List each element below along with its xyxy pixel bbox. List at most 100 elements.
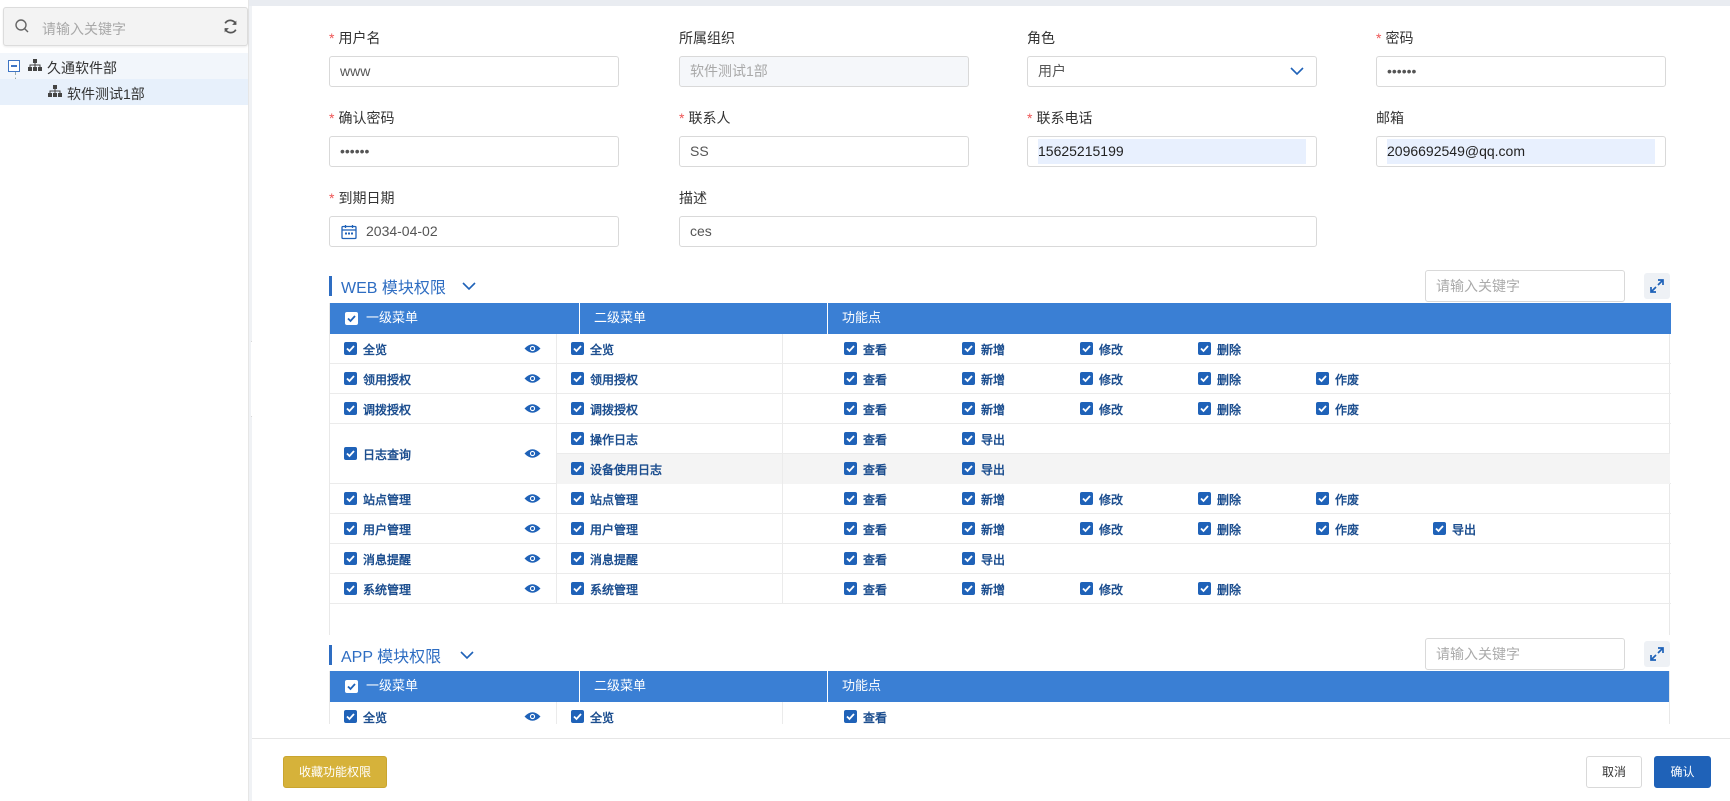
web-l1-checkbox[interactable] (344, 552, 357, 565)
web-func-checkbox[interactable] (962, 462, 975, 475)
web-section-title[interactable]: WEB 模块权限 (329, 274, 529, 298)
app-select-all-checkbox[interactable] (345, 680, 358, 693)
web-func-label: 修改 (1099, 343, 1124, 357)
web-func-checkbox[interactable] (1198, 522, 1211, 535)
confirm-password-input[interactable]: •••••• (329, 136, 619, 167)
web-func-checkbox[interactable] (962, 522, 975, 535)
username-input[interactable]: www (329, 56, 619, 87)
web-func-checkbox[interactable] (1198, 402, 1211, 415)
web-func-checkbox[interactable] (1316, 402, 1329, 415)
app-expand-button[interactable] (1644, 641, 1670, 667)
web-func-checkbox[interactable] (962, 402, 975, 415)
web-l1-checkbox[interactable] (344, 342, 357, 355)
web-func-checkbox[interactable] (844, 372, 857, 385)
web-func-checkbox[interactable] (962, 342, 975, 355)
web-func-checkbox[interactable] (1198, 372, 1211, 385)
org-label: 所属组织 (679, 30, 735, 46)
web-func-checkbox[interactable] (1080, 492, 1093, 505)
app-section-title[interactable]: APP 模块权限 (329, 643, 529, 667)
tree-node-child[interactable]: 软件测试1部 (0, 79, 248, 105)
sidebar-search[interactable]: 请输入关键字 (3, 7, 248, 46)
web-l1-checkbox[interactable] (344, 522, 357, 535)
contact-input[interactable]: SS (679, 136, 969, 167)
web-l2-checkbox[interactable] (571, 402, 584, 415)
web-l1-checkbox[interactable] (344, 582, 357, 595)
app-l1-checkbox[interactable] (344, 710, 357, 723)
web-func-checkbox[interactable] (844, 432, 857, 445)
web-func-checkbox[interactable] (844, 492, 857, 505)
web-func-checkbox[interactable] (1316, 372, 1329, 385)
web-func-checkbox[interactable] (1080, 342, 1093, 355)
app-func-checkbox[interactable] (844, 710, 857, 723)
eye-icon[interactable] (524, 711, 541, 724)
web-func-checkbox[interactable] (1080, 402, 1093, 415)
tree-node-root[interactable]: 久通软件部 (0, 53, 248, 79)
web-func-checkbox[interactable] (844, 582, 857, 595)
eye-icon[interactable] (524, 403, 541, 417)
web-func-checkbox[interactable] (1080, 582, 1093, 595)
web-l1-checkbox[interactable] (344, 402, 357, 415)
web-search-input[interactable]: 请输入关键字 (1425, 270, 1625, 302)
web-func-checkbox[interactable] (1198, 342, 1211, 355)
web-func-label: 删除 (1217, 373, 1242, 387)
eye-icon[interactable] (524, 343, 541, 357)
col-functions: 功能点 (827, 303, 1670, 334)
web-func-checkbox[interactable] (1198, 492, 1211, 505)
web-l2-checkbox[interactable] (571, 492, 584, 505)
app-table-row: 全览 全览 查看 (330, 702, 1669, 724)
desc-input[interactable]: ces (679, 216, 1317, 247)
eye-icon[interactable] (524, 523, 541, 537)
web-func-checkbox[interactable] (1316, 522, 1329, 535)
web-func-checkbox[interactable] (962, 432, 975, 445)
web-l1-checkbox[interactable] (344, 372, 357, 385)
collect-permissions-button[interactable]: 收藏功能权限 (283, 756, 387, 788)
web-func-checkbox[interactable] (1433, 522, 1446, 535)
web-l1-label: 消息提醒 (363, 553, 412, 567)
eye-icon[interactable] (524, 493, 541, 507)
web-l2-checkbox[interactable] (571, 522, 584, 535)
web-func-checkbox[interactable] (844, 522, 857, 535)
web-l2-checkbox[interactable] (571, 462, 584, 475)
web-func-checkbox[interactable] (962, 582, 975, 595)
web-l1-checkbox[interactable] (344, 492, 357, 505)
web-l2-label: 调拨授权 (590, 403, 639, 417)
web-func-checkbox[interactable] (1316, 492, 1329, 505)
web-func-checkbox[interactable] (844, 552, 857, 565)
refresh-icon[interactable] (222, 18, 239, 38)
expire-date-input[interactable]: 2034-04-02 (329, 216, 619, 247)
web-l1-label: 用户管理 (363, 523, 412, 537)
web-l2-checkbox[interactable] (571, 582, 584, 595)
web-func-checkbox[interactable] (1080, 522, 1093, 535)
cancel-button[interactable]: 取消 (1586, 756, 1642, 788)
web-func-checkbox[interactable] (844, 402, 857, 415)
tree-collapse-icon[interactable] (8, 60, 20, 72)
web-func-checkbox[interactable] (962, 372, 975, 385)
org-tree-icon (48, 85, 62, 101)
password-input[interactable]: •••••• (1376, 56, 1666, 87)
email-input[interactable]: 2096692549@qq.com (1376, 136, 1666, 167)
web-func-checkbox[interactable] (844, 342, 857, 355)
role-select[interactable]: 用户 (1027, 56, 1317, 87)
web-func-checkbox[interactable] (1080, 372, 1093, 385)
eye-icon[interactable] (524, 583, 541, 597)
web-func-checkbox[interactable] (962, 552, 975, 565)
confirm-button[interactable]: 确认 (1654, 756, 1711, 788)
web-func-checkbox[interactable] (844, 462, 857, 475)
web-func-checkbox[interactable] (1198, 582, 1211, 595)
app-search-input[interactable]: 请输入关键字 (1425, 638, 1625, 670)
eye-icon[interactable] (524, 448, 541, 462)
web-l2-checkbox[interactable] (571, 552, 584, 565)
eye-icon[interactable] (524, 373, 541, 387)
web-l2-checkbox[interactable] (571, 372, 584, 385)
web-l1-checkbox[interactable] (344, 447, 357, 460)
web-l2-label: 操作日志 (590, 433, 639, 447)
web-select-all-checkbox[interactable] (345, 312, 358, 325)
web-l2-checkbox[interactable] (571, 432, 584, 445)
app-l2-checkbox[interactable] (571, 710, 584, 723)
web-func-label: 删除 (1217, 493, 1242, 507)
phone-input[interactable]: 15625215199 (1027, 136, 1317, 167)
eye-icon[interactable] (524, 553, 541, 567)
web-l2-checkbox[interactable] (571, 342, 584, 355)
web-func-checkbox[interactable] (962, 492, 975, 505)
web-expand-button[interactable] (1644, 273, 1670, 299)
